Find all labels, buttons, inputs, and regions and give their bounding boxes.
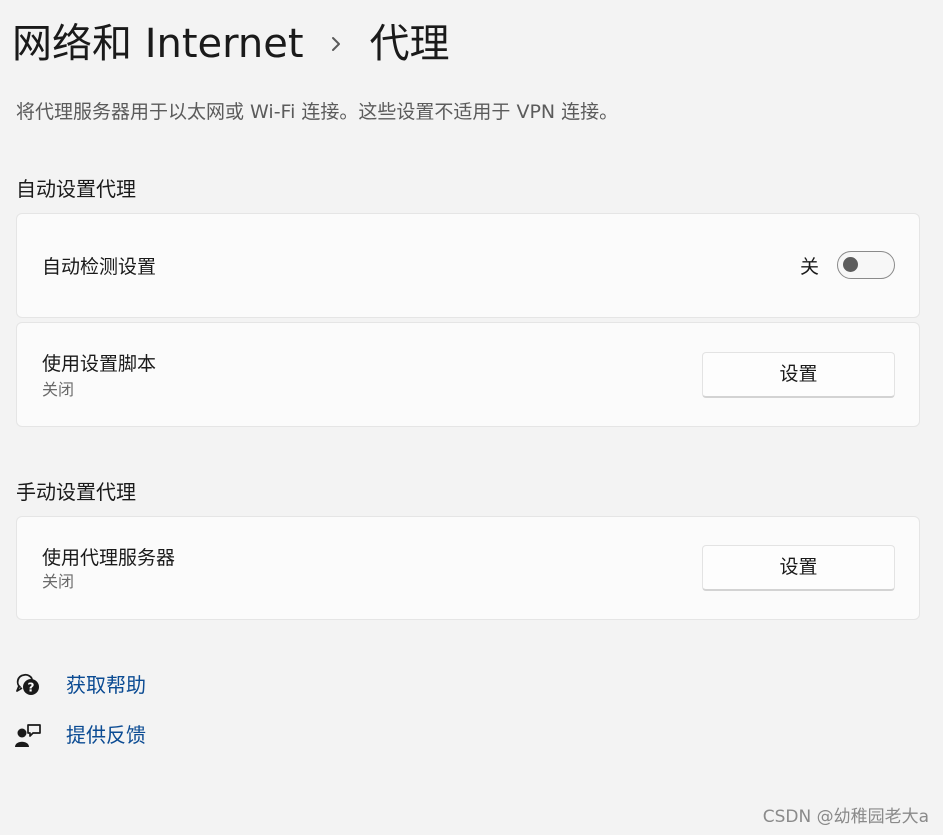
section-title-manual-proxy: 手动设置代理 — [16, 480, 136, 504]
page-title: 代理 — [369, 21, 450, 67]
feedback-link-row[interactable]: 提供反馈 — [14, 719, 146, 751]
help-chat-icon: ? — [14, 671, 42, 699]
page-description: 将代理服务器用于以太网或 Wi-Fi 连接。这些设置不适用于 VPN 连接。 — [16, 101, 619, 123]
auto-detect-label: 自动检测设置 — [42, 256, 157, 278]
chevron-right-icon — [304, 14, 370, 74]
setup-script-label: 使用设置脚本 — [42, 353, 157, 375]
card-setup-script: 使用设置脚本 关闭 设置 — [16, 322, 920, 427]
get-help-link-row[interactable]: ? 获取帮助 — [14, 669, 146, 701]
auto-detect-toggle[interactable] — [837, 251, 895, 279]
auto-detect-state-label: 关 — [799, 256, 819, 278]
section-title-auto-proxy: 自动设置代理 — [16, 177, 136, 201]
get-help-link[interactable]: 获取帮助 — [66, 670, 146, 700]
breadcrumb: 网络和 Internet 代理 — [12, 14, 450, 74]
watermark-text: CSDN @幼稚园老大a — [762, 807, 929, 827]
card-proxy-server: 使用代理服务器 关闭 设置 — [16, 516, 920, 620]
breadcrumb-parent-network-internet[interactable]: 网络和 Internet — [12, 14, 304, 74]
proxy-server-settings-button[interactable]: 设置 — [702, 545, 895, 591]
feedback-person-icon — [14, 721, 42, 749]
setup-script-status: 关闭 — [42, 380, 75, 399]
proxy-server-status: 关闭 — [42, 572, 75, 591]
feedback-link[interactable]: 提供反馈 — [66, 720, 146, 750]
svg-text:?: ? — [28, 681, 35, 695]
setup-script-settings-button[interactable]: 设置 — [702, 352, 895, 398]
card-auto-detect: 自动检测设置 关 — [16, 213, 920, 318]
toggle-knob — [843, 257, 858, 272]
proxy-server-label: 使用代理服务器 — [42, 547, 176, 569]
